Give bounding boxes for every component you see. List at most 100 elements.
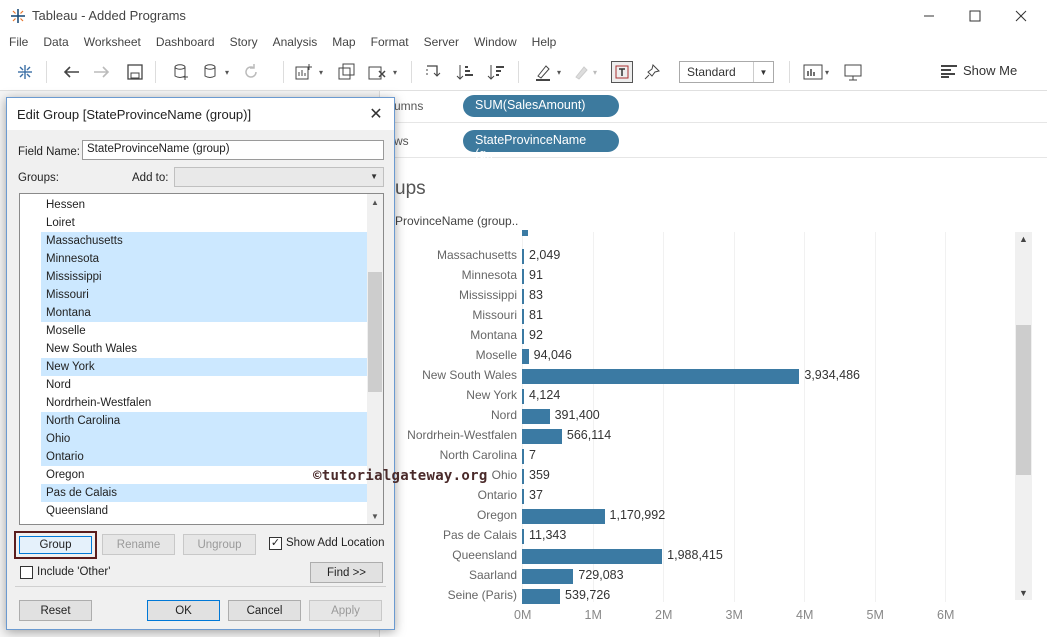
scroll-up-icon[interactable]: ▲ [367,194,383,210]
category-label[interactable]: Moselle [395,348,517,362]
scroll-down-icon[interactable]: ▼ [1015,588,1032,598]
close-window-button[interactable] [998,4,1044,28]
category-label[interactable]: New York [395,388,517,402]
category-label[interactable]: Ontario [395,488,517,502]
scroll-down-icon[interactable]: ▼ [367,508,383,524]
list-item[interactable]: Moselle [41,322,367,340]
bar[interactable] [522,269,524,284]
list-item[interactable]: New South Wales [41,340,367,358]
menu-file[interactable]: File [9,35,28,49]
menu-help[interactable]: Help [532,35,557,49]
bar[interactable] [522,509,605,524]
include-other-checkbox[interactable] [20,566,33,579]
bar[interactable] [522,230,529,236]
bar[interactable] [522,409,550,424]
swap-rows-columns-icon[interactable] [422,61,444,83]
group-members-icon[interactable] [570,61,592,83]
ok-button[interactable]: OK [147,600,220,621]
list-item[interactable]: North Carolina [41,412,367,430]
show-cards-icon[interactable] [802,61,824,83]
rename-button[interactable]: Rename [102,534,175,555]
duplicate-sheet-icon[interactable] [336,61,358,83]
category-label[interactable]: New South Wales [395,368,517,382]
clear-sheet-icon[interactable] [366,61,388,83]
list-item[interactable]: Nordrhein-Westfalen [41,394,367,412]
columns-pill[interactable]: SUM(SalesAmount) [463,95,619,117]
bar[interactable] [522,449,524,464]
presentation-mode-icon[interactable] [842,61,864,83]
close-icon[interactable]: ✕ [366,104,386,124]
bar[interactable] [522,589,561,604]
view-scrollbar-thumb[interactable] [1016,325,1031,475]
maximize-button[interactable] [952,4,998,28]
menu-data[interactable]: Data [43,35,68,49]
list-scrollbar-thumb[interactable] [368,272,382,392]
category-label[interactable]: Montana [395,328,517,342]
bar[interactable] [522,289,524,304]
find-button[interactable]: Find >> [310,562,383,583]
show-add-location-checkbox[interactable]: ✓ [269,537,282,550]
sort-descending-icon[interactable] [485,61,507,83]
bar[interactable] [522,529,524,544]
category-label[interactable]: Saarland [395,568,517,582]
category-label[interactable]: Minnesota [395,268,517,282]
minimize-button[interactable] [906,4,952,28]
category-label[interactable]: North Carolina [395,448,517,462]
group-button[interactable]: Group [14,531,97,559]
list-item[interactable]: Loiret [41,214,367,232]
new-worksheet-icon[interactable] [293,61,315,83]
bar[interactable] [522,369,800,384]
category-label[interactable]: Oregon [395,508,517,522]
chevron-down-icon[interactable]: ▾ [222,61,232,83]
show-me-button[interactable]: Show Me [940,63,1017,78]
category-label[interactable]: Queensland [395,548,517,562]
save-icon[interactable] [124,61,146,83]
list-item[interactable]: Hessen [41,196,367,214]
pin-icon[interactable] [641,61,663,83]
list-item[interactable]: Minnesota [41,250,367,268]
apply-button[interactable]: Apply [309,600,382,621]
highlight-icon[interactable] [532,61,554,83]
scroll-up-icon[interactable]: ▲ [1015,234,1032,244]
cancel-button[interactable]: Cancel [228,600,301,621]
ungroup-button[interactable]: Ungroup [183,534,256,555]
chevron-down-icon[interactable]: ▾ [554,61,564,83]
bar[interactable] [522,429,562,444]
pause-updates-icon[interactable] [200,61,222,83]
bar[interactable] [522,389,524,404]
menu-analysis[interactable]: Analysis [273,35,318,49]
list-item[interactable]: Ohio [41,430,367,448]
menu-story[interactable]: Story [230,35,258,49]
chevron-down-icon[interactable]: ▾ [316,61,326,83]
category-label[interactable]: Nord [395,408,517,422]
list-item[interactable]: Ontario [41,448,367,466]
category-label[interactable]: Mississippi [395,288,517,302]
chevron-down-icon[interactable]: ▾ [390,61,400,83]
menu-dashboard[interactable]: Dashboard [156,35,215,49]
bar[interactable] [522,309,524,324]
list-item[interactable]: Montana [41,304,367,322]
new-datasource-icon[interactable] [170,61,192,83]
redo-icon[interactable] [91,61,113,83]
menu-window[interactable]: Window [474,35,517,49]
list-item[interactable]: New York [41,358,367,376]
bar[interactable] [522,249,524,264]
undo-icon[interactable] [60,61,82,83]
field-name-input[interactable]: StateProvinceName (group) [82,140,384,160]
show-mark-labels-icon[interactable] [611,61,633,83]
reset-button[interactable]: Reset [19,600,92,621]
category-label[interactable]: Pas de Calais [395,528,517,542]
category-label[interactable]: Missouri [395,308,517,322]
bar[interactable] [522,469,524,484]
list-item[interactable]: Pas de Calais [41,484,367,502]
bar[interactable] [522,569,574,584]
list-item[interactable]: Nord [41,376,367,394]
bar[interactable] [522,329,524,344]
list-item[interactable]: Queensland [41,502,367,520]
menu-server[interactable]: Server [424,35,459,49]
bar[interactable] [522,349,529,364]
list-item[interactable]: Missouri [41,286,367,304]
bar[interactable] [522,489,524,504]
refresh-icon[interactable] [240,61,262,83]
menu-format[interactable]: Format [371,35,409,49]
